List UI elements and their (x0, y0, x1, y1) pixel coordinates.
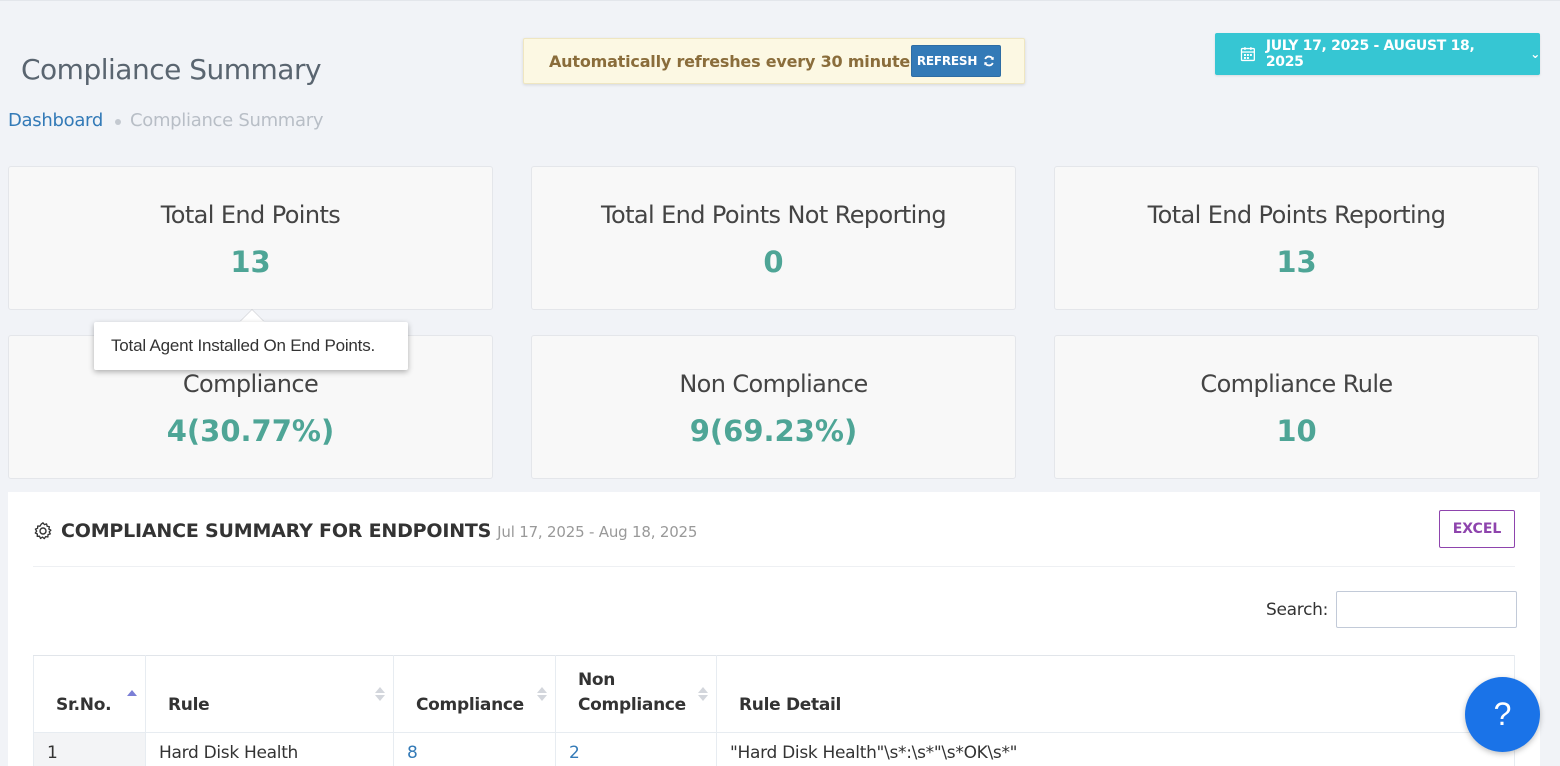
cell-rule: Hard Disk Health (145, 732, 394, 766)
breadcrumb-dashboard-link[interactable]: Dashboard (8, 110, 103, 131)
stat-value: 4(30.77%) (166, 414, 335, 448)
search-label: Search: (1266, 599, 1329, 620)
calendar-icon (1240, 47, 1255, 62)
portlet-header: COMPLIANCE SUMMARY FOR ENDPOINTS Jul 17,… (33, 520, 697, 542)
compliance-summary-portlet: COMPLIANCE SUMMARY FOR ENDPOINTS Jul 17,… (8, 492, 1540, 766)
help-button[interactable]: ? (1465, 677, 1540, 752)
stat-label: Compliance (182, 370, 319, 398)
chevron-down-icon: ⌄ (1530, 47, 1540, 61)
sort-both-icon (375, 687, 385, 701)
cell-rule-detail: "Hard Disk Health"\s*:\s*"\s*OK\s*" (716, 732, 1515, 766)
refresh-button-label: REFRESH (916, 54, 978, 68)
stat-value: 10 (1276, 414, 1317, 448)
sort-asc-icon (127, 690, 137, 696)
stat-value: 9(69.23%) (689, 414, 858, 448)
refresh-button[interactable]: REFRESH (911, 45, 1001, 77)
stat-label: Non Compliance (679, 370, 868, 398)
stat-card-compliance-rule: Compliance Rule 10 (1054, 335, 1539, 479)
stat-value: 13 (1276, 245, 1317, 279)
column-header-sr-no[interactable]: Sr.No. (33, 655, 146, 733)
auto-refresh-message: Automatically refreshes every 30 minutes (549, 51, 920, 71)
table-row: 1 Hard Disk Health 8 2 "Hard Disk Health… (33, 732, 1515, 766)
stat-label: Total End Points Reporting (1147, 201, 1446, 229)
breadcrumb-current: Compliance Summary (129, 110, 324, 131)
stat-label: Total End Points (160, 201, 341, 229)
tooltip-arrow (240, 310, 264, 322)
search-group: Search: (1266, 591, 1518, 628)
sort-both-icon (537, 687, 547, 701)
cell-non-compliance-link[interactable]: 2 (555, 732, 717, 766)
page-title: Compliance Summary (21, 53, 322, 86)
portlet-title: COMPLIANCE SUMMARY FOR ENDPOINTS (61, 520, 492, 542)
column-header-rule-detail[interactable]: Rule Detail (716, 655, 1515, 733)
breadcrumb-separator (114, 118, 121, 125)
divider (33, 566, 1515, 567)
stat-card-non-compliance: Non Compliance 9(69.23%) (531, 335, 1016, 479)
auto-refresh-banner: Automatically refreshes every 30 minutes… (523, 38, 1025, 84)
cell-compliance-link[interactable]: 8 (393, 732, 556, 766)
stat-value: 0 (763, 245, 784, 279)
stat-label: Compliance Rule (1200, 370, 1393, 398)
column-header-non-compliance[interactable]: Non Compliance (555, 655, 717, 733)
search-input[interactable] (1336, 591, 1518, 628)
column-header-compliance[interactable]: Compliance (393, 655, 556, 733)
portlet-date-range: Jul 17, 2025 - Aug 18, 2025 (497, 523, 698, 541)
sort-both-icon (698, 687, 708, 701)
tooltip: Total Agent Installed On End Points. (94, 322, 408, 370)
table-header-row: Sr.No. Rule Compliance Non Compliance Ru… (33, 655, 1515, 733)
excel-export-button[interactable]: EXCEL (1439, 510, 1515, 548)
stat-label: Total End Points Not Reporting (601, 201, 947, 229)
cell-sr-no: 1 (33, 732, 146, 766)
date-range-picker-button[interactable]: JULY 17, 2025 - AUGUST 18, 2025 ⌄ (1215, 33, 1540, 75)
stat-card-total-endpoints: Total End Points 13 (8, 166, 493, 310)
breadcrumb: Dashboard Compliance Summary (8, 110, 324, 131)
stat-card-reporting: Total End Points Reporting 13 (1054, 166, 1539, 310)
stat-value: 13 (230, 245, 271, 279)
gear-icon (34, 522, 52, 540)
stat-card-not-reporting: Total End Points Not Reporting 0 (531, 166, 1016, 310)
column-header-rule[interactable]: Rule (145, 655, 394, 733)
date-range-label: JULY 17, 2025 - AUGUST 18, 2025 (1265, 38, 1475, 70)
compliance-table: Sr.No. Rule Compliance Non Compliance Ru… (33, 655, 1515, 766)
refresh-icon (984, 55, 995, 67)
